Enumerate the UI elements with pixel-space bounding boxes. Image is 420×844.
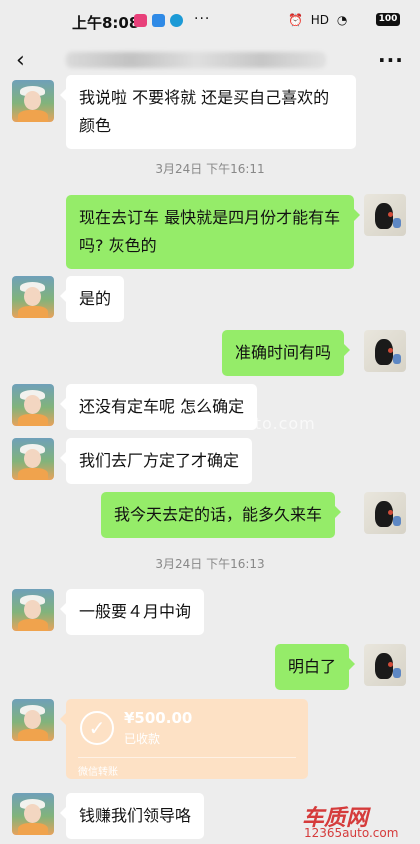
status-time: 上午8:08: [72, 14, 140, 32]
transfer-footer: 微信转账: [78, 767, 118, 778]
alarm-icon: ⏰: [288, 13, 303, 27]
timestamp: 3月24日 下午16:11: [155, 162, 265, 176]
app-icon: [170, 14, 183, 27]
more-options-icon[interactable]: ···: [378, 48, 404, 72]
contact-avatar[interactable]: [12, 438, 54, 480]
signal-label: HD: [310, 13, 330, 27]
telegram-icon: [152, 14, 165, 27]
status-more-dots: ···: [194, 11, 211, 27]
message-bubble-received[interactable]: 我说啦 不要将就 还是买自己喜欢的颜色: [60, 75, 356, 149]
watermark-logo: 车质网 12365auto.com: [302, 800, 414, 840]
transfer-amount: ¥500.00: [124, 709, 193, 727]
contact-avatar[interactable]: [12, 276, 54, 318]
check-icon: ✓: [80, 711, 114, 745]
self-avatar[interactable]: [364, 194, 406, 236]
transfer-status: 已收款: [124, 732, 161, 746]
self-avatar[interactable]: [364, 492, 406, 534]
contact-avatar[interactable]: [12, 793, 54, 835]
contact-avatar[interactable]: [12, 80, 54, 122]
message-bubble-received[interactable]: 钱赚我们领导咯: [59, 793, 205, 839]
message-bubble-received[interactable]: 一般要４月中询: [59, 589, 205, 635]
back-icon[interactable]: ‹: [16, 48, 25, 73]
message-bubble-received[interactable]: 我们去厂方定了才确定: [59, 438, 253, 484]
message-bubble-sent[interactable]: 我今天去定的话，能多久来车: [101, 492, 342, 538]
message-bubble-sent[interactable]: 准确时间有吗: [222, 330, 351, 376]
self-avatar[interactable]: [364, 644, 406, 686]
divider: [78, 757, 296, 758]
contact-avatar[interactable]: [12, 699, 54, 741]
message-bubble-sent[interactable]: 明白了: [275, 644, 356, 690]
wifi-icon: ◔: [336, 13, 348, 27]
status-indicators: ⏰ HD ◔: [288, 13, 351, 27]
chat-header: ‹ ···: [0, 40, 420, 80]
timestamp: 3月24日 下午16:13: [155, 557, 265, 571]
contact-avatar[interactable]: [12, 384, 54, 426]
chat-title-blurred: [66, 52, 326, 68]
watermark-url: www.12365auto.com: [130, 414, 316, 433]
contact-avatar[interactable]: [12, 589, 54, 631]
notification-app-icon: [134, 14, 147, 27]
message-bubble-received[interactable]: 是的: [59, 276, 125, 322]
watermark-logo-site: 12365auto.com: [304, 826, 399, 840]
self-avatar[interactable]: [364, 330, 406, 372]
transfer-card[interactable]: ✓ ¥500.00 已收款 微信转账: [60, 699, 308, 779]
status-bar: 上午8:08 ··· ⏰ HD ◔ 100: [0, 0, 420, 40]
message-bubble-sent[interactable]: 现在去订车 最快就是四月份才能有车吗? 灰色的: [66, 195, 360, 269]
battery-icon: 100: [376, 13, 400, 26]
